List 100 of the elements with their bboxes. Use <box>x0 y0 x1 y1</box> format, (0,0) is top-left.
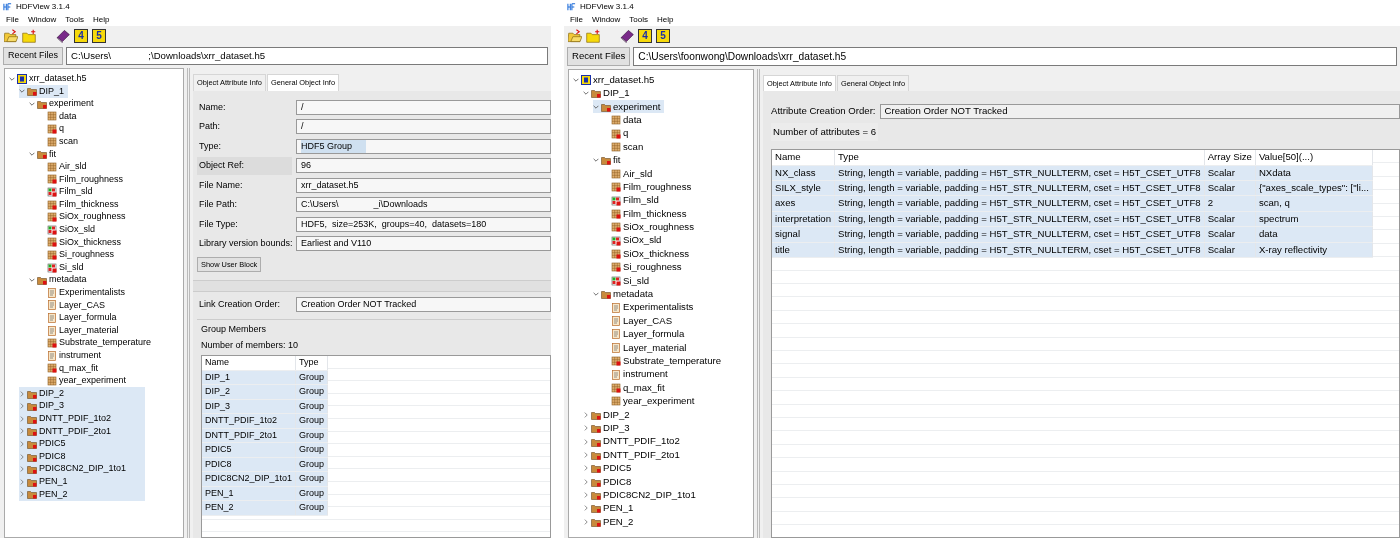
tree-item[interactable]: DNTT_PDIF_2to1 <box>583 448 684 462</box>
tree-item[interactable]: DIP_3 <box>583 421 634 435</box>
tree-item[interactable]: Substrate_temperature <box>39 336 156 350</box>
dropdown-field[interactable]: Creation Order NOT Tracked <box>296 296 551 312</box>
value-field[interactable]: / <box>296 99 551 115</box>
hdf5-file-icon[interactable]: 5 <box>92 29 106 43</box>
tree-item[interactable]: SiOx_roughness <box>603 220 698 234</box>
tree-item[interactable]: q <box>603 126 633 141</box>
tree-item[interactable]: metadata <box>29 273 91 287</box>
book-icon[interactable] <box>620 29 634 43</box>
tree-item[interactable]: PDIC8CN2_DIP_1to1 <box>583 488 700 502</box>
value-field[interactable]: xrr_dataset.h5 <box>296 177 551 193</box>
recent-files-button[interactable]: Recent Files <box>567 47 631 67</box>
folder-icon[interactable] <box>586 29 600 43</box>
tree-item[interactable]: Layer_formula <box>603 327 689 342</box>
tree-item[interactable]: Film_sld <box>603 193 663 208</box>
tree-item[interactable]: PDIC8 <box>583 475 636 489</box>
tree-item[interactable]: instrument <box>39 349 106 363</box>
hdf4-file-icon[interactable]: 4 <box>74 29 88 43</box>
tree-item[interactable]: Si_roughness <box>603 260 686 275</box>
tree-item[interactable]: DIP_2 <box>583 408 634 422</box>
tree-item[interactable]: metadata <box>593 287 657 301</box>
tree-item[interactable]: Experimentalists <box>603 300 698 315</box>
menu-item[interactable]: Window <box>27 14 57 25</box>
value-field[interactable]: HDF5 Group <box>296 138 551 154</box>
tree-item[interactable]: PEN_1 <box>583 501 638 516</box>
tree-item[interactable]: Layer_CAS <box>39 299 110 312</box>
tree-item[interactable]: q <box>39 122 68 136</box>
recent-files-button[interactable]: Recent Files <box>3 47 64 66</box>
value-field[interactable]: Earliest and V110 <box>296 236 551 252</box>
column-header[interactable]: Name <box>772 150 835 166</box>
menu-item[interactable]: Help <box>93 14 110 25</box>
tree-item[interactable]: experiment <box>593 100 665 114</box>
tree-item[interactable]: DIP_2 <box>19 387 145 400</box>
tree-item[interactable]: data <box>39 110 81 123</box>
column-header[interactable]: Array Size <box>1204 150 1256 166</box>
tree-item[interactable]: data <box>603 113 646 127</box>
tree-item[interactable]: Layer_formula <box>39 311 121 325</box>
column-header[interactable]: Type <box>295 356 328 371</box>
menu-item[interactable]: Window <box>591 14 621 25</box>
tree-item[interactable]: Substrate_temperature <box>603 354 726 368</box>
tree-item[interactable]: Film_thickness <box>603 207 691 221</box>
value-field[interactable]: / <box>296 119 551 135</box>
tree-item[interactable]: SiOx_sld <box>39 223 99 237</box>
open-folder-icon[interactable] <box>568 29 582 43</box>
value-field[interactable]: C:\Users\ _i\Downloads <box>296 197 551 213</box>
tree-item[interactable]: Air_sld <box>603 167 657 181</box>
tree-item[interactable]: Film_thickness <box>39 198 123 211</box>
tree-item[interactable]: Si_roughness <box>39 248 119 262</box>
tree-item[interactable]: Layer_CAS <box>603 314 677 328</box>
book-icon[interactable] <box>56 29 70 43</box>
menu-item[interactable]: File <box>6 14 19 25</box>
hdf5-file-icon[interactable]: 5 <box>656 29 670 43</box>
tree-item[interactable]: Layer_material <box>603 341 691 355</box>
value-field[interactable]: HDF5, size=253K, groups=40, datasets=180 <box>296 216 551 232</box>
tree-item[interactable]: DIP_1 <box>583 86 634 101</box>
tree-item[interactable]: PEN_2 <box>583 515 638 529</box>
tree-item[interactable]: SiOx_thickness <box>603 247 694 261</box>
tree-item[interactable]: SiOx_roughness <box>39 210 130 224</box>
tree-item[interactable]: Si_sld <box>603 274 654 288</box>
tree-item[interactable]: Si_sld <box>39 261 88 274</box>
path-field[interactable]: C:\Users\ ;\Downloads\xrr_dataset.h5 <box>66 47 548 66</box>
tree-item[interactable]: year_experiment <box>603 394 699 409</box>
value-field[interactable]: 96 <box>296 158 551 174</box>
tree-item[interactable]: year_experiment <box>39 374 131 388</box>
tree-item[interactable]: instrument <box>603 367 672 382</box>
tree-item[interactable]: xrr_dataset.h5 <box>9 72 91 85</box>
tree-item[interactable]: Film_sld <box>39 185 97 199</box>
column-header[interactable]: Value[50](...) <box>1255 150 1373 166</box>
folder-icon[interactable] <box>22 29 36 43</box>
tree-item[interactable]: experiment <box>29 97 98 111</box>
tree-item[interactable]: scan <box>603 140 648 154</box>
tree-item[interactable]: Layer_material <box>39 324 123 337</box>
column-header[interactable]: Type <box>834 150 1205 166</box>
tree-item[interactable]: q_max_fit <box>39 362 103 375</box>
hdf4-file-icon[interactable]: 4 <box>638 29 652 43</box>
tree-item[interactable]: Air_sld <box>39 160 91 174</box>
tree-item[interactable]: PEN_1 <box>19 475 145 488</box>
tree-item[interactable]: Experimentalists <box>39 286 130 300</box>
open-folder-icon[interactable] <box>4 29 18 43</box>
dropdown-field[interactable]: Creation Order NOT Tracked <box>879 104 1400 120</box>
tree-item[interactable]: PDIC5 <box>583 461 636 475</box>
tree-item[interactable]: Film_roughness <box>603 180 696 194</box>
tree-item[interactable]: fit <box>29 147 60 161</box>
tree-item[interactable]: DNTT_PDIF_1to2 <box>19 412 145 425</box>
menu-item[interactable]: Help <box>657 14 674 25</box>
tree-item[interactable]: DNTT_PDIF_2to1 <box>19 425 145 438</box>
path-field[interactable]: C:\Users\foonwong\Downloads\xrr_dataset.h5 <box>633 47 1397 67</box>
tree-item[interactable]: q_max_fit <box>603 381 669 395</box>
menu-item[interactable]: Tools <box>65 14 85 25</box>
tree-item[interactable]: xrr_dataset.h5 <box>573 73 659 87</box>
tree-item[interactable]: Film_roughness <box>39 173 128 186</box>
menu-item[interactable]: File <box>570 14 583 25</box>
tree-item[interactable]: scan <box>39 135 82 148</box>
tree-item[interactable]: PDIC8 <box>19 450 145 463</box>
column-header[interactable]: Name <box>202 356 296 371</box>
tree-item[interactable]: fit <box>593 153 625 168</box>
menu-item[interactable]: Tools <box>629 14 649 25</box>
tree-item[interactable]: SiOx_thickness <box>39 236 126 249</box>
tree-item[interactable]: SiOx_sld <box>603 234 666 248</box>
